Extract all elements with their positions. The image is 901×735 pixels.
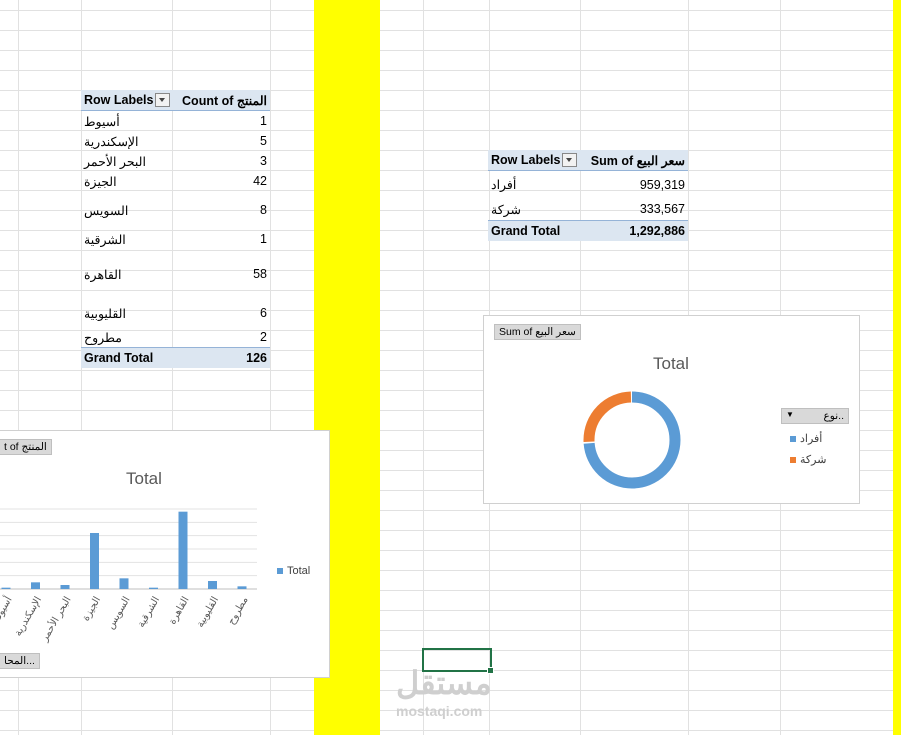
bar-3: [60, 585, 70, 589]
watermark-site: mostaqi.com: [396, 703, 483, 719]
bar-7: [178, 511, 188, 589]
pivot-row[interactable]: القليوبية 6: [81, 299, 270, 327]
pivot-row[interactable]: مطروح 2: [81, 327, 270, 348]
bar-9: [237, 586, 247, 589]
row-label[interactable]: أسيوط: [81, 111, 177, 132]
x-tick-label: القليوبية: [195, 595, 221, 630]
grand-total-value: 126: [177, 347, 270, 368]
bar-6: [149, 587, 158, 589]
grand-total-label: Grand Total: [81, 347, 178, 368]
x-tick-label: الجيزة: [81, 595, 104, 623]
legend-swatch: [790, 436, 796, 443]
legend-filter-button[interactable]: ▼ نوع..: [781, 408, 849, 424]
pivot-row[interactable]: أفراد 959,319: [488, 171, 688, 199]
row-label[interactable]: الشرقية: [81, 229, 177, 249]
row-labels-header[interactable]: Row Labels: [488, 150, 586, 171]
axis-field-button[interactable]: المحا...: [0, 653, 40, 669]
row-value[interactable]: 3: [177, 151, 270, 171]
grand-total-row[interactable]: Grand Total 1,292,886: [488, 220, 688, 241]
row-value[interactable]: 42: [177, 171, 270, 191]
pivot-row[interactable]: شركة 333,567: [488, 199, 688, 221]
pivot-row[interactable]: البحر الأحمر 3: [81, 151, 270, 171]
legend-item-afrad: أفراد: [786, 432, 822, 445]
value-header: Sum of سعر البيع: [585, 150, 688, 171]
bar-5: [119, 578, 129, 589]
pivot-row[interactable]: أسيوط 1: [81, 111, 270, 132]
row-value[interactable]: 8: [177, 191, 270, 229]
pivot-row[interactable]: الشرقية 1: [81, 229, 270, 249]
pivot-table-count[interactable]: Row Labels Count of المنتج أسيوط 1 الإسكند…: [81, 90, 270, 368]
bar-8: [208, 581, 217, 589]
grand-total-row[interactable]: Grand Total 126: [81, 347, 270, 368]
bar-plot-area: أسيوطالإسكندريةالبحر الأحمر الجيزة السويس ا…: [0, 508, 257, 645]
row-label[interactable]: الإسكندرية: [81, 131, 177, 151]
row-label[interactable]: القليوبية: [81, 299, 177, 327]
x-tick-label: السويس: [105, 595, 132, 631]
filter-dropdown-icon[interactable]: [155, 93, 171, 108]
row-value[interactable]: 2: [177, 327, 270, 348]
x-tick-label: مطروح: [226, 595, 251, 627]
legend-swatch: [277, 568, 283, 575]
row-value[interactable]: 959,319: [585, 171, 688, 199]
row-value[interactable]: 5: [177, 131, 270, 151]
row-labels-header[interactable]: Row Labels: [81, 90, 178, 111]
x-tick-label: الإسكندرية: [13, 595, 44, 638]
row-label[interactable]: السويس: [81, 191, 177, 229]
yellow-column-fill-right: [893, 0, 901, 735]
row-label[interactable]: البحر الأحمر: [81, 151, 177, 171]
row-value[interactable]: 1: [177, 111, 270, 132]
row-label[interactable]: شركة: [488, 199, 585, 221]
row-label[interactable]: القاهرة: [81, 249, 177, 299]
row-label[interactable]: الجيزة: [81, 171, 177, 191]
row-value[interactable]: 58: [177, 249, 270, 299]
row-value[interactable]: 6: [177, 299, 270, 327]
row-label[interactable]: أفراد: [488, 171, 585, 199]
bar-legend: Total: [277, 565, 310, 577]
row-value[interactable]: 1: [177, 229, 270, 249]
filter-dropdown-icon[interactable]: [562, 153, 578, 168]
grand-total-label: Grand Total: [488, 220, 586, 241]
bar-1: [1, 587, 11, 589]
pivot-row[interactable]: الإسكندرية 5: [81, 131, 270, 151]
row-label[interactable]: مطروح: [81, 327, 177, 348]
donut-chart[interactable]: Sum of سعر البيع Total ▼ نوع.. أفراد شركة: [483, 315, 860, 504]
value-header: Count of المنتج: [177, 90, 270, 111]
watermark-logo: مستقل: [396, 665, 492, 701]
legend-swatch: [790, 457, 796, 464]
x-tick-label: الشرقية: [136, 595, 162, 629]
bar-2: [31, 582, 40, 589]
pivot-row[interactable]: السويس 8: [81, 191, 270, 229]
dropdown-arrow-icon: ▼: [786, 410, 794, 419]
bar-4: [90, 533, 99, 589]
grand-total-value: 1,292,886: [585, 220, 688, 241]
x-tick-label: القاهرة: [167, 595, 192, 626]
pivot-row[interactable]: الجيزة 42: [81, 171, 270, 191]
bar-chart[interactable]: t of المنتج Total أسيوط الإسكندرية البحر ا…: [0, 430, 330, 678]
row-value[interactable]: 333,567: [585, 199, 688, 221]
legend-item-sharika: شركة: [786, 453, 826, 466]
pivot-row[interactable]: القاهرة 58: [81, 249, 270, 299]
x-tick-label: أسيوط: [0, 594, 15, 625]
x-tick-label: البحر الأحمر: [38, 595, 74, 645]
pivot-table-sum[interactable]: Row Labels Sum of سعر البيع أفراد 959,319…: [488, 150, 688, 241]
